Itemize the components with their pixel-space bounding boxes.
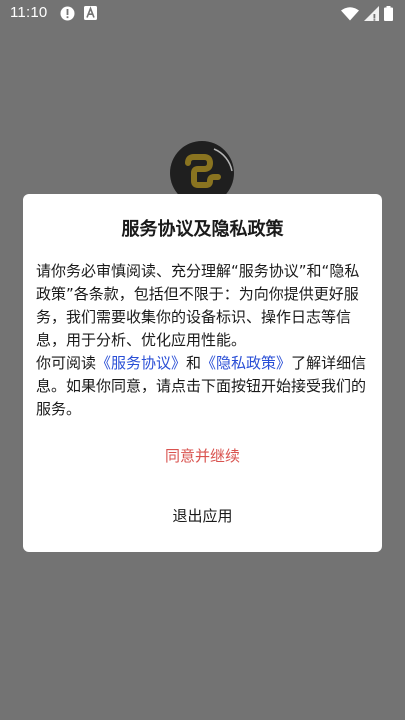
- dialog-body: 请你务必审慎阅读、充分理解“服务协议”和“隐私政策”各条款，包括但不限于：为向你…: [36, 260, 374, 421]
- status-time: 11:10: [10, 4, 48, 21]
- dialog-paragraph-1: 请你务必审慎阅读、充分理解“服务协议”和“隐私政策”各条款，包括但不限于：为向你…: [36, 262, 360, 349]
- wifi-icon: [341, 7, 359, 21]
- privacy-policy-link[interactable]: 《隐私政策》: [201, 354, 291, 372]
- exit-app-button[interactable]: 退出应用: [23, 503, 382, 529]
- battery-icon: [384, 6, 393, 21]
- service-agreement-link[interactable]: 《服务协议》: [96, 354, 186, 372]
- paragraph-2-prefix: 你可阅读: [36, 354, 97, 372]
- dialog-paragraph-2: 你可阅读《服务协议》和《隐私政策》了解详细信息。如果你同意，请点击下面按钮开始接…: [36, 352, 374, 421]
- alert-circle-icon: [60, 6, 75, 21]
- privacy-dialog: 服务协议及隐私政策 请你务必审慎阅读、充分理解“服务协议”和“隐私政策”各条款，…: [23, 194, 382, 552]
- dialog-title: 服务协议及隐私政策: [121, 219, 284, 240]
- signal-icon: [364, 6, 379, 21]
- paragraph-2-and: 和: [186, 354, 202, 372]
- a-badge-icon: [84, 6, 97, 20]
- agree-continue-button[interactable]: 同意并继续: [23, 443, 382, 469]
- status-bar: 11:10: [0, 0, 405, 28]
